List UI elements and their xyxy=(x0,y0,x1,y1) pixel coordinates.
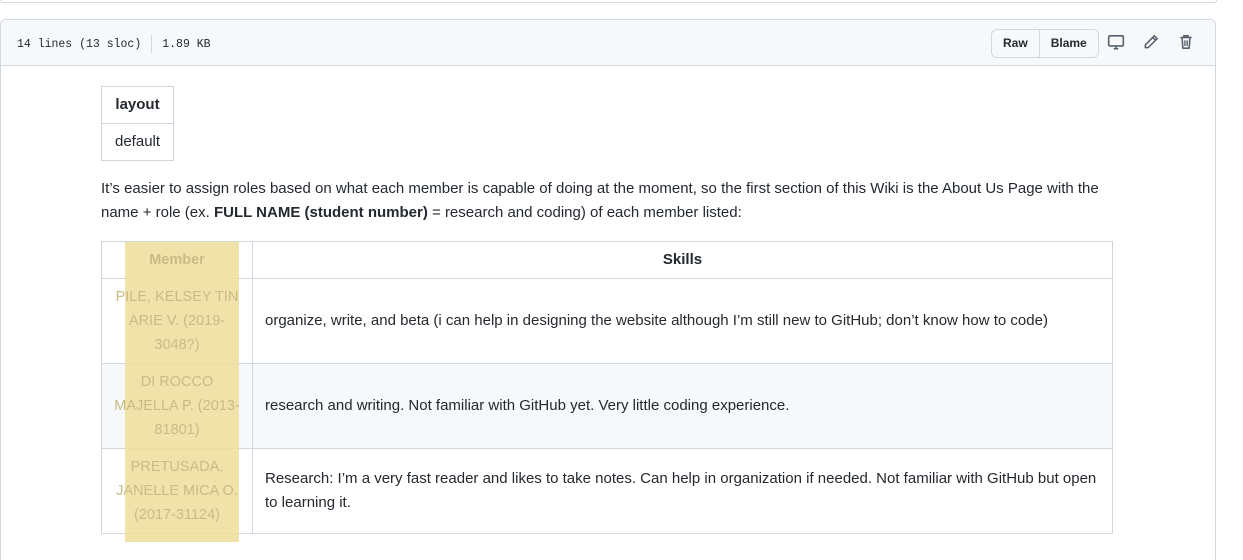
intro-paragraph: It’s easier to assign roles based on wha… xyxy=(101,177,1113,225)
front-matter-header: layout xyxy=(100,86,175,124)
desktop-icon[interactable] xyxy=(1107,33,1125,51)
member-cell: PILE, KELSEY TIN ARIE V. (2019-3048?) xyxy=(101,278,253,364)
table-header-row: Member Skills xyxy=(101,241,1113,279)
line-count: 14 lines (13 sloc) xyxy=(17,37,142,51)
table-row: DI ROCCO MAJELLA P. (2013-81801) researc… xyxy=(101,363,1113,449)
front-matter-table: layout default xyxy=(100,86,175,161)
member-cell: PRETUSADA, JANELLE MICA O. (2017-31124) xyxy=(101,448,253,534)
skills-cell: organize, write, and beta (i can help in… xyxy=(252,278,1113,364)
members-table: Member Skills PILE, KELSEY TIN ARIE V. (… xyxy=(101,241,1113,534)
member-column-header: Member xyxy=(101,241,253,279)
trash-icon[interactable] xyxy=(1177,33,1195,51)
file-header: 14 lines (13 sloc) 1.89 KB Raw Blame xyxy=(1,20,1215,66)
table-row: PRETUSADA, JANELLE MICA O. (2017-31124) … xyxy=(101,448,1113,534)
intro-text-end: = research and coding) of each member li… xyxy=(427,204,742,221)
table-row: PILE, KELSEY TIN ARIE V. (2019-3048?) or… xyxy=(101,278,1113,364)
pencil-icon[interactable] xyxy=(1142,33,1160,51)
divider xyxy=(151,35,153,53)
front-matter-value: default xyxy=(100,123,175,161)
skills-cell: research and writing. Not familiar with … xyxy=(252,363,1113,449)
blame-button[interactable]: Blame xyxy=(1038,30,1098,57)
skills-cell: Research: I’m a very fast reader and lik… xyxy=(252,448,1113,534)
member-cell: DI ROCCO MAJELLA P. (2013-81801) xyxy=(101,363,253,449)
skills-column-header: Skills xyxy=(252,241,1113,279)
markdown-body: layout default It’s easier to assign rol… xyxy=(100,86,1113,534)
raw-button[interactable]: Raw xyxy=(992,30,1039,57)
file-size: 1.89 KB xyxy=(162,37,211,51)
intro-bold-text: FULL NAME (student number) xyxy=(213,204,428,221)
file-info: 14 lines (13 sloc) 1.89 KB xyxy=(17,35,211,53)
raw-blame-group: Raw Blame xyxy=(991,29,1099,58)
previous-box-edge xyxy=(0,0,1217,3)
